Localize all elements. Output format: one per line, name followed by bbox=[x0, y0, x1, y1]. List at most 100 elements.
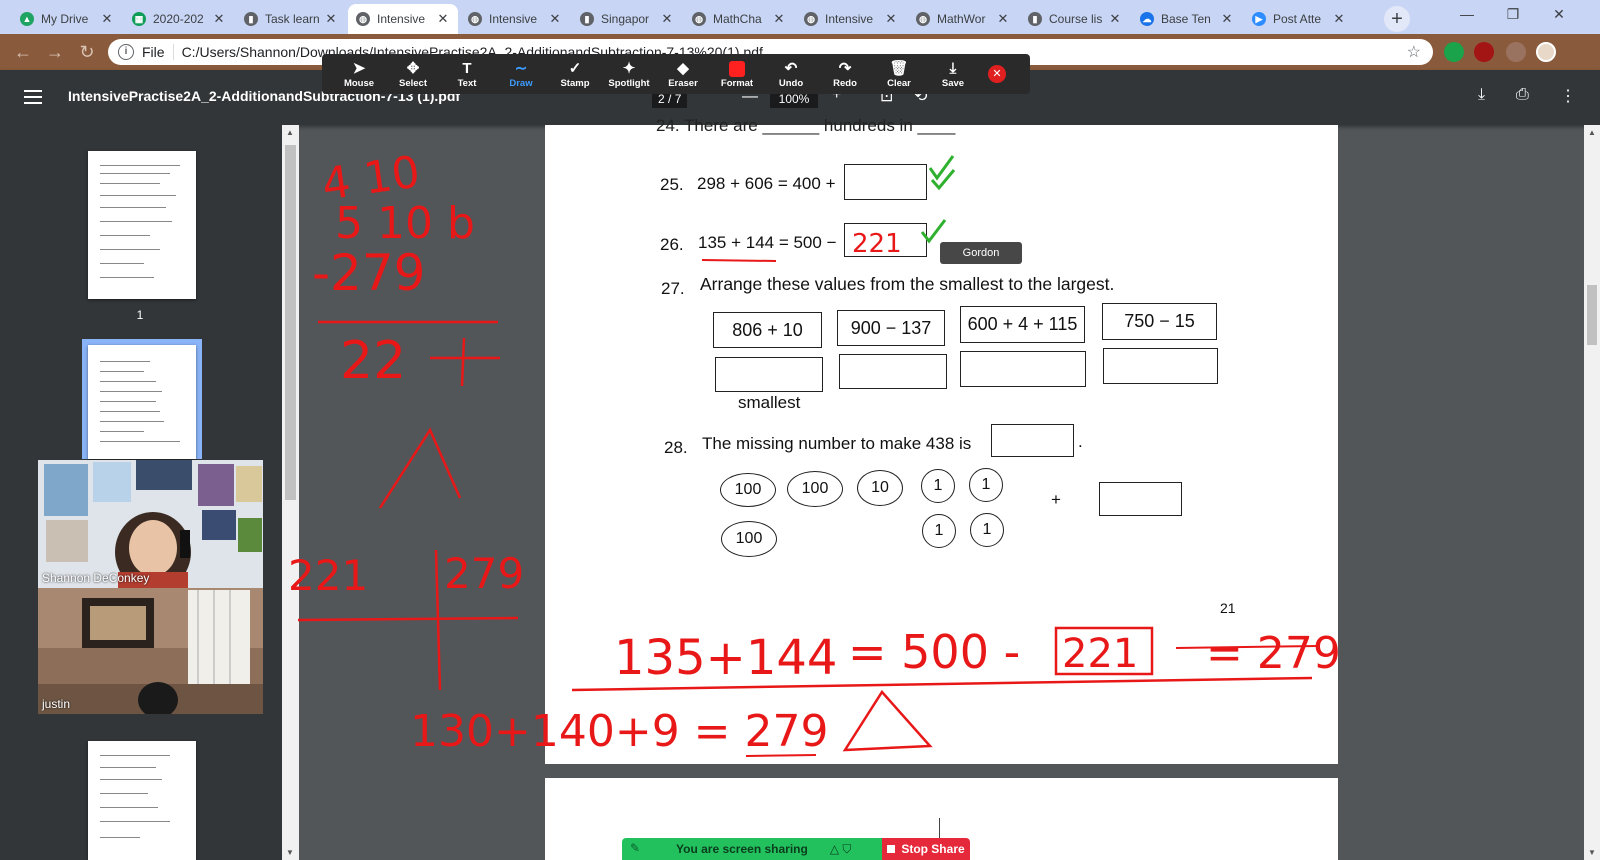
tab-close-icon[interactable]: ✕ bbox=[436, 11, 450, 27]
download-icon[interactable]: ⤓ bbox=[1478, 86, 1485, 104]
place-value-disc: 1 bbox=[922, 514, 956, 548]
browser-tab[interactable]: ▮ Singapor ✕ bbox=[572, 4, 682, 34]
tab-close-icon[interactable]: ✕ bbox=[1108, 11, 1122, 27]
main-scrollbar[interactable]: ▲ ▼ bbox=[1584, 125, 1600, 860]
profile-avatar[interactable] bbox=[1536, 42, 1556, 62]
scroll-up-icon[interactable]: ▲ bbox=[1588, 128, 1596, 137]
annotate-tool-eraser[interactable]: ◆ Eraser bbox=[656, 54, 710, 94]
squiggle-icon: ∼ bbox=[514, 60, 528, 77]
browser-tab[interactable]: ◍ Intensive ✕ bbox=[348, 4, 458, 34]
thumbnail-page-2[interactable] bbox=[88, 345, 196, 459]
annotate-tool-label: Mouse bbox=[343, 78, 375, 89]
bookmark-star-icon[interactable]: ☆ bbox=[1407, 42, 1421, 62]
annotate-tool-draw[interactable]: ∼ Draw bbox=[494, 54, 548, 94]
ublock-icon[interactable] bbox=[1474, 42, 1494, 62]
annotate-tool-save[interactable]: ⤓ Save bbox=[926, 54, 980, 94]
answer-box-28b[interactable] bbox=[1099, 482, 1182, 516]
browser-tab[interactable]: ▮ Task learn ✕ bbox=[236, 4, 346, 34]
download-icon: ⤓ bbox=[949, 60, 957, 77]
tab-close-icon[interactable]: ✕ bbox=[324, 11, 338, 27]
tab-close-icon[interactable]: ✕ bbox=[1332, 11, 1346, 27]
main-scroll-thumb[interactable] bbox=[1587, 285, 1597, 345]
annotate-tool-redo[interactable]: ↷ Redo bbox=[818, 54, 872, 94]
tab-close-icon[interactable]: ✕ bbox=[884, 11, 898, 27]
tab-close-icon[interactable]: ✕ bbox=[996, 11, 1010, 27]
sidebar-scrollbar[interactable]: ▲ ▼ bbox=[282, 125, 299, 860]
browser-tab[interactable]: ▮ Course lis ✕ bbox=[1020, 4, 1130, 34]
annotate-tool-label: Text bbox=[457, 78, 477, 89]
browser-tab[interactable]: ◍ MathWor ✕ bbox=[908, 4, 1018, 34]
tab-close-icon[interactable]: ✕ bbox=[100, 11, 114, 27]
ink-note-410: 4 10 bbox=[319, 146, 423, 210]
order-box-1[interactable] bbox=[715, 357, 823, 392]
stop-share-button[interactable]: Stop Share bbox=[882, 838, 970, 860]
scroll-down-icon[interactable]: ▼ bbox=[286, 848, 294, 857]
annotate-tool-text[interactable]: T Text bbox=[440, 54, 494, 94]
browser-tab[interactable]: ◍ Intensive ✕ bbox=[796, 4, 906, 34]
extension-green-icon[interactable] bbox=[1444, 42, 1464, 62]
order-box-3[interactable] bbox=[960, 351, 1086, 387]
extensions-puzzle-icon[interactable] bbox=[1506, 42, 1526, 62]
reload-icon[interactable]: ↻ bbox=[76, 41, 98, 63]
annotate-tool-undo[interactable]: ↶ Undo bbox=[764, 54, 818, 94]
thumbnail-page-4[interactable] bbox=[88, 741, 196, 860]
annotate-tool-label: Undo bbox=[778, 78, 804, 89]
more-options-icon[interactable]: ⋮ bbox=[1560, 86, 1576, 106]
browser-tab[interactable]: ☁ Base Ten ✕ bbox=[1132, 4, 1242, 34]
back-icon[interactable]: ← bbox=[12, 41, 34, 63]
order-box-2[interactable] bbox=[839, 354, 947, 389]
browser-tab[interactable]: ▶ Post Atte ✕ bbox=[1244, 4, 1354, 34]
annotate-tool-select[interactable]: ✥ Select bbox=[386, 54, 440, 94]
question-25-text: 298 + 606 = 400 + bbox=[697, 174, 836, 193]
redo-icon: ↷ bbox=[838, 60, 852, 77]
ink-left-221: 221 bbox=[288, 551, 368, 600]
place-value-disc: 1 bbox=[970, 513, 1004, 547]
pin-icon[interactable]: ✎ bbox=[630, 841, 646, 857]
scroll-down-icon[interactable]: ▼ bbox=[1588, 848, 1596, 857]
tab-close-icon[interactable]: ✕ bbox=[772, 11, 786, 27]
annotate-tool-label: Select bbox=[399, 78, 427, 89]
page-current[interactable]: 2 bbox=[658, 92, 665, 106]
answer-box-28[interactable] bbox=[991, 424, 1074, 457]
minimize-button[interactable]: — bbox=[1444, 0, 1490, 30]
browser-tab[interactable]: ▦ 2020-202 ✕ bbox=[124, 4, 234, 34]
text-t-icon: T bbox=[462, 60, 472, 77]
annotate-tool-spotlight[interactable]: ✦ Spotlight bbox=[602, 54, 656, 94]
browser-tab[interactable]: ◍ Intensive ✕ bbox=[460, 4, 570, 34]
tab-close-icon[interactable]: ✕ bbox=[1220, 11, 1234, 27]
new-tab-button[interactable]: + bbox=[1384, 6, 1410, 32]
participant-video-justin[interactable]: justin bbox=[38, 588, 263, 714]
tab-label: Singapor bbox=[601, 12, 650, 26]
browser-tab[interactable]: ◍ MathCha ✕ bbox=[684, 4, 794, 34]
info-icon[interactable]: i bbox=[118, 44, 134, 60]
annotate-tool-label: Draw bbox=[509, 78, 533, 89]
page-number: 21 bbox=[1220, 600, 1236, 616]
answer-box-25[interactable] bbox=[844, 164, 927, 200]
browser-tab[interactable]: ▲ My Drive ✕ bbox=[12, 4, 122, 34]
close-annotation-icon[interactable]: ✕ bbox=[988, 65, 1006, 83]
tab-label: My Drive bbox=[41, 12, 89, 26]
sidebar-scroll-thumb[interactable] bbox=[285, 145, 296, 500]
annotate-tool-clear[interactable]: 🗑 Clear bbox=[872, 54, 926, 94]
forward-icon[interactable]: → bbox=[44, 41, 66, 63]
participant-video-shannon[interactable]: Shannon DeConkey bbox=[38, 460, 263, 588]
print-icon[interactable]: ⎙ bbox=[1516, 86, 1529, 104]
annotate-tool-mouse[interactable]: ➤ Mouse bbox=[332, 54, 386, 94]
screen-share-status-bar[interactable]: ✎ You are screen sharing △ ⛉ bbox=[622, 838, 882, 860]
answer-box-26[interactable] bbox=[844, 223, 927, 257]
tab-close-icon[interactable]: ✕ bbox=[660, 11, 674, 27]
shield-icon: △ ⛉ bbox=[829, 841, 852, 856]
tab-close-icon[interactable]: ✕ bbox=[212, 11, 226, 27]
color-swatch-icon bbox=[729, 60, 745, 78]
ink-triangle-sketch bbox=[378, 427, 462, 509]
thumbnail-page-1[interactable] bbox=[88, 151, 196, 299]
restore-button[interactable]: ❐ bbox=[1490, 0, 1536, 30]
tab-close-icon[interactable]: ✕ bbox=[548, 11, 562, 27]
tab-label: MathCha bbox=[713, 12, 762, 26]
close-window-button[interactable]: ✕ bbox=[1536, 0, 1582, 30]
scroll-up-icon[interactable]: ▲ bbox=[286, 128, 294, 137]
annotate-tool-format[interactable]: Format bbox=[710, 54, 764, 94]
menu-icon[interactable] bbox=[24, 90, 42, 104]
order-box-4[interactable] bbox=[1103, 348, 1218, 384]
annotate-tool-stamp[interactable]: ✓ Stamp bbox=[548, 54, 602, 94]
